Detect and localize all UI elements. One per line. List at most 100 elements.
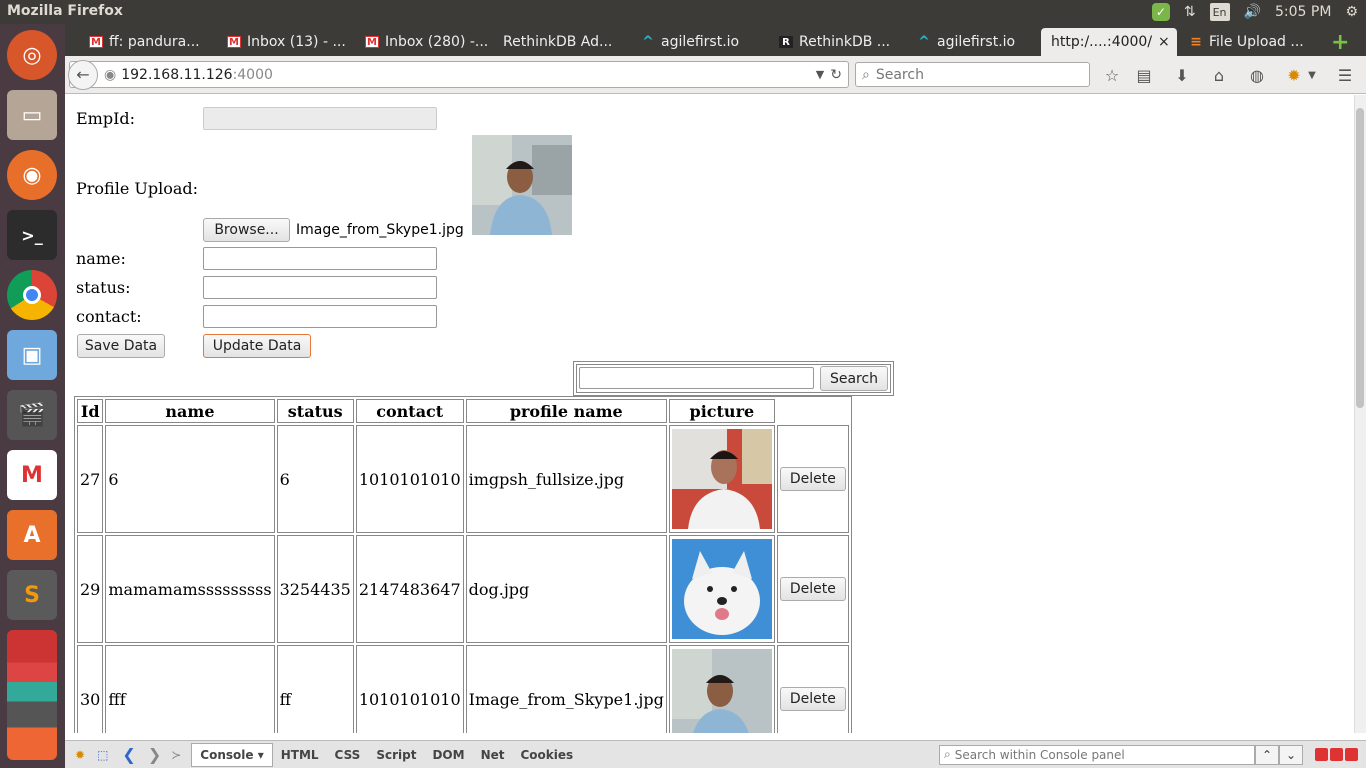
status-label: status: [76,278,131,297]
cell-id: 27 [77,425,104,533]
inspect-icon[interactable]: ⬚ [97,748,108,762]
video-editor-icon[interactable]: 🎬 [7,390,57,440]
downloads-icon[interactable]: ⬇ [1171,65,1193,85]
keyboard-layout-indicator[interactable]: En [1209,3,1230,21]
contact-input[interactable] [203,305,437,328]
search-field[interactable]: ⌕ Search [855,62,1090,87]
table-search-container: Search [573,361,894,396]
close-tab-icon[interactable]: × [1158,34,1170,50]
settings-gear-icon[interactable]: ⚙ [1345,4,1358,20]
sublime-icon[interactable]: S [7,570,57,620]
url-dropdown-icon[interactable]: ▼ [816,68,824,81]
reload-icon[interactable]: ↻ [830,67,842,83]
window-title: Mozilla Firefox [7,3,123,19]
chat-icon[interactable]: ◍ [1246,65,1268,85]
selected-file-name: Image_from_Skype1.jpg [296,222,464,238]
table-search-input[interactable] [579,367,814,389]
tab-html[interactable]: HTML [273,748,327,762]
scrollbar-thumb[interactable] [1356,108,1364,408]
url-host: 192.168.11.126 [121,66,233,83]
page-content: EmpId: Profile Upload: Browse... Image_f… [65,95,1354,733]
cell-status: 6 [276,425,354,533]
search-up-icon[interactable]: ⌃ [1255,744,1279,765]
navigation-bar: ← ◉ 192.168.11.126:4000 ▼ ↻ ⌕ Search ☆ ▤… [65,56,1366,94]
software-center-icon[interactable]: A [7,510,57,560]
hamburger-menu-icon[interactable]: ☰ [1334,65,1356,85]
back-arrow-icon[interactable]: ← [68,59,98,90]
previous-icon[interactable]: ❮ [122,745,135,764]
tab-script[interactable]: Script [368,748,424,762]
files-icon[interactable]: ▭ [7,90,57,140]
profile-upload-label: Profile Upload: [76,179,199,198]
terminal-icon[interactable]: >_ [7,210,57,260]
delete-button[interactable]: Delete [779,467,846,491]
minimize-panel-icon[interactable] [1315,748,1328,761]
system-tray: ✓ ⇅ En 🔊 5:05 PM ⚙ [1151,0,1366,24]
agile-icon: ^ [642,34,654,50]
gmail-icon: M [365,36,379,48]
delete-button[interactable]: Delete [779,687,846,711]
system-top-bar: Mozilla Firefox ✓ ⇅ En 🔊 5:05 PM ⚙ [0,0,1366,24]
apps-stack-icon[interactable] [7,630,57,760]
tab-console[interactable]: Console ▾ [191,742,273,767]
tab-rethinkdb-admin[interactable]: RethinkDB Ad... [493,28,629,56]
search-icon: ⌕ [862,66,870,83]
cell-name: fff [105,645,275,733]
firebug-icon[interactable]: ✹ [75,748,85,762]
clock[interactable]: 5:05 PM [1275,4,1331,20]
search-icon: ⌕ [944,747,951,761]
table-row: 27 6 6 1010101010 imgpsh_fullsize.jpg De… [77,425,849,533]
volume-icon[interactable]: 🔊 [1244,4,1261,20]
detach-panel-icon[interactable] [1330,748,1343,761]
home-icon[interactable]: ⌂ [1208,65,1230,85]
url-bar[interactable]: ← ◉ 192.168.11.126:4000 ▼ ↻ [68,59,849,90]
new-tab-button[interactable]: + [1321,28,1351,56]
update-shield-icon[interactable]: ✓ [1151,3,1170,21]
tab-css[interactable]: CSS [327,748,369,762]
tab-agilefirst-1[interactable]: ^ agilefirst.io [631,28,767,56]
chrome-icon[interactable] [7,270,57,320]
browse-button[interactable]: Browse... [203,218,290,242]
close-panel-icon[interactable] [1345,748,1358,761]
save-data-button[interactable]: Save Data [77,334,165,358]
tab-gmail-ff[interactable]: Mff: pandura... [79,28,215,56]
console-search-input[interactable]: ⌕ Search within Console panel [939,744,1255,765]
empid-input[interactable] [203,107,437,130]
cell-name: mamamamsssssssss [105,535,275,643]
gmail-icon[interactable]: M [7,450,57,500]
virtualbox-icon[interactable]: ▣ [7,330,57,380]
tab-dom[interactable]: DOM [424,748,472,762]
firefox-icon[interactable]: ◉ [7,150,57,200]
cell-id: 30 [77,645,104,733]
update-data-button[interactable]: Update Data [203,334,311,358]
man-photo [671,649,772,733]
bookmark-star-icon[interactable]: ☆ [1101,65,1123,85]
tab-inbox-13[interactable]: M Inbox (13) - ... [217,28,353,56]
search-down-icon[interactable]: ⌄ [1279,744,1303,765]
network-arrows-icon[interactable]: ⇅ [1184,4,1196,20]
tab-cookies[interactable]: Cookies [512,748,581,762]
cell-picture [668,425,775,533]
tab-rethinkdb[interactable]: R RethinkDB ... [769,28,905,56]
contact-label: contact: [76,307,142,326]
cell-contact: 2147483647 [355,535,464,643]
command-line-icon[interactable]: ≻ [171,748,181,762]
status-input[interactable] [203,276,437,299]
man-photo [671,429,772,529]
name-input[interactable] [203,247,437,270]
next-icon[interactable]: ❯ [148,745,161,764]
gmail-icon: M [89,36,103,48]
tab-file-upload[interactable]: ≡ File Upload ... [1179,28,1315,56]
tab-inbox-280[interactable]: M Inbox (280) -... [355,28,491,56]
tab-net[interactable]: Net [473,748,513,762]
table-row: 29 mamamamsssssssss 3254435 2147483647 d… [77,535,849,643]
tab-agilefirst-2[interactable]: ^ agilefirst.io [907,28,1039,56]
delete-button[interactable]: Delete [779,577,846,601]
cell-status: ff [276,645,354,733]
cell-status: 3254435 [276,535,354,643]
ubuntu-icon[interactable]: ◎ [7,30,57,80]
table-search-button[interactable]: Search [820,366,888,391]
reading-list-icon[interactable]: ▤ [1133,65,1155,85]
tab-localhost-active[interactable]: http:/....:4000/× [1041,28,1177,56]
firebug-menu-dropdown-icon[interactable]: ▼ [1301,65,1323,85]
